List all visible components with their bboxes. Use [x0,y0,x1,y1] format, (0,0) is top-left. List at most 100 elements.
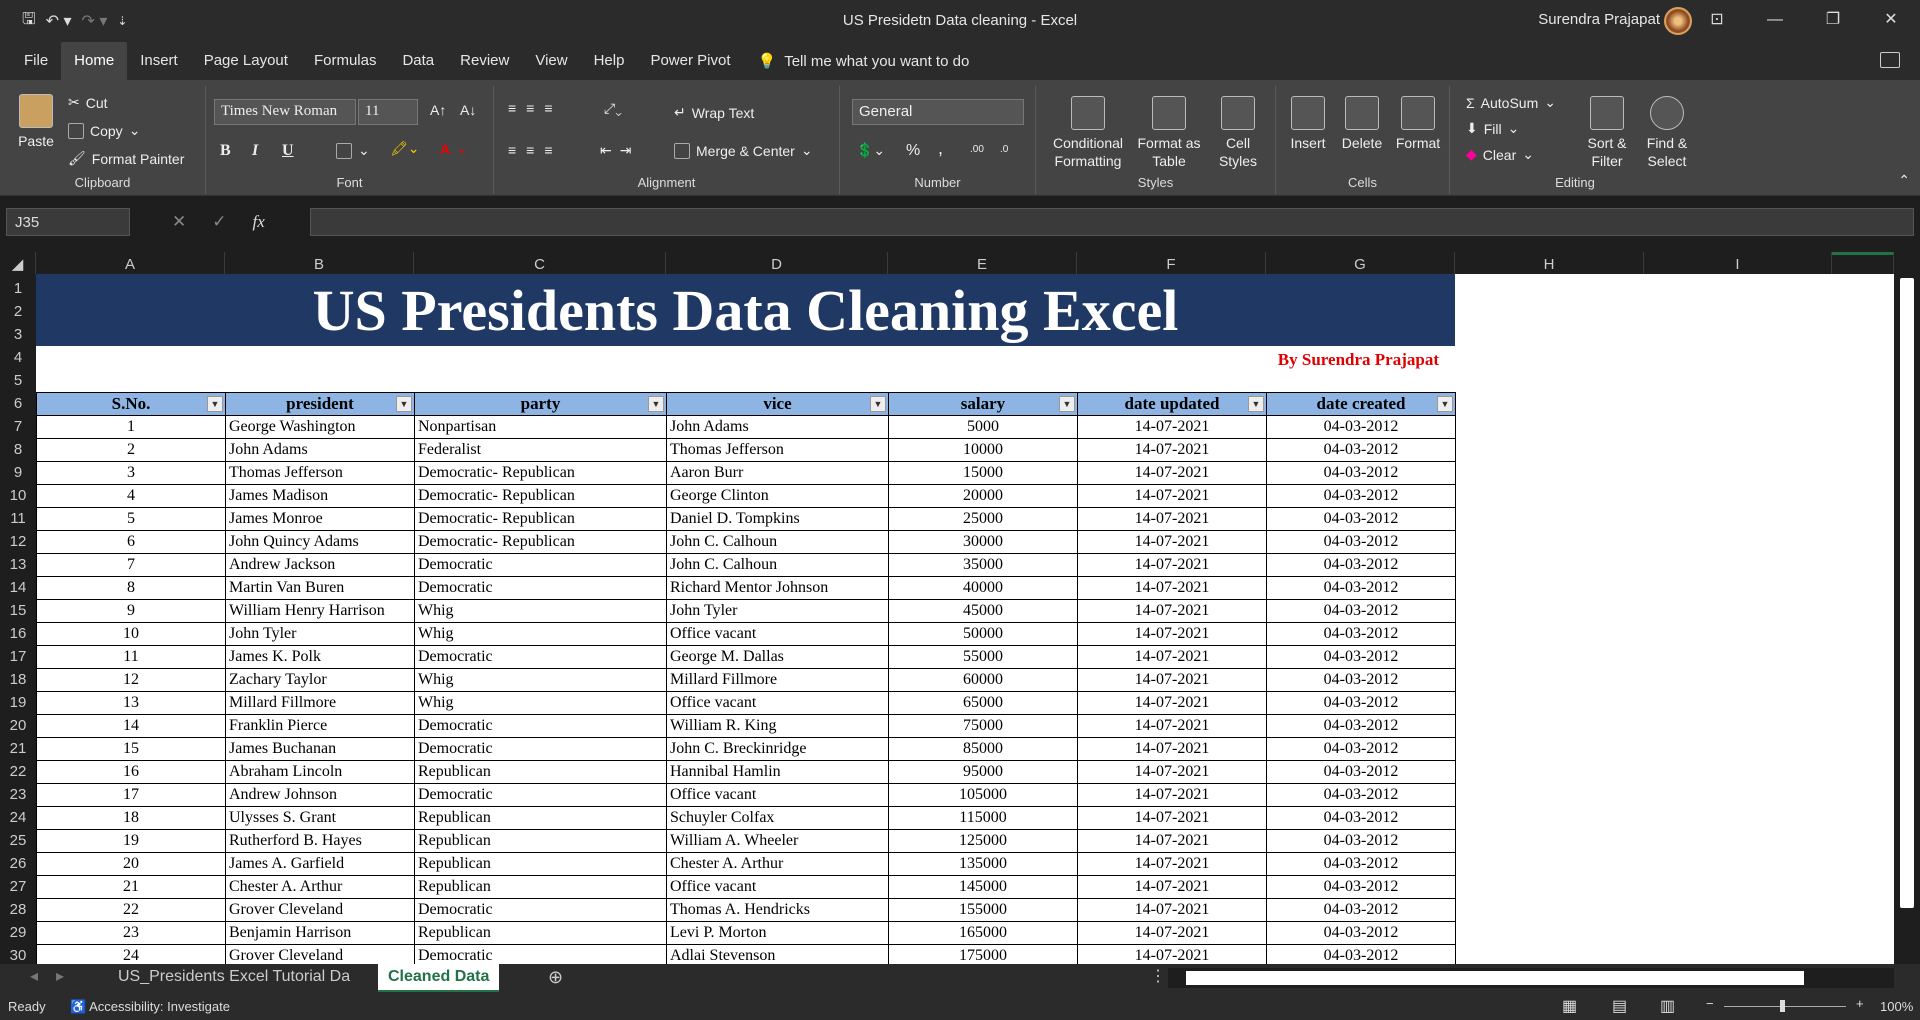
row-header[interactable]: 4 [0,343,36,366]
table-cell[interactable]: Daniel D. Tompkins [666,507,889,531]
table-cell[interactable]: 14-07-2021 [1077,530,1267,554]
table-cell[interactable]: 14-07-2021 [1077,760,1267,784]
table-cell[interactable]: James A. Garfield [225,852,415,876]
table-cell[interactable]: Whig [414,668,667,692]
table-cell[interactable]: Office vacant [666,875,889,899]
autosum-button[interactable]: Σ AutoSum ⌄ [1466,94,1556,111]
font-color-icon[interactable]: A ⌄ [440,140,468,157]
table-cell[interactable]: John Adams [666,415,889,439]
table-cell[interactable]: William R. King [666,714,889,738]
table-cell[interactable]: 14-07-2021 [1077,599,1267,623]
column-header-f[interactable]: F [1077,252,1266,274]
tab-formulas[interactable]: Formulas [301,42,390,80]
row-header[interactable]: 10 [0,481,36,504]
table-cell[interactable]: 5000 [888,415,1078,439]
table-cell[interactable]: 04-03-2012 [1266,484,1456,508]
table-cell[interactable]: 04-03-2012 [1266,622,1456,646]
format-painter-button[interactable]: 🖌 Format Painter [68,150,184,167]
table-cell[interactable]: Chester A. Arthur [225,875,415,899]
table-cell[interactable]: 14-07-2021 [1077,461,1267,485]
formula-input[interactable] [310,208,1914,236]
table-cell[interactable]: 04-03-2012 [1266,438,1456,462]
undo-icon[interactable]: ↶ ▾ [46,11,72,31]
table-cell[interactable]: Millard Fillmore [225,691,415,715]
row-header[interactable]: 11 [0,504,36,527]
table-cell[interactable]: Democratic- Republican [414,507,667,531]
orientation-icon[interactable]: ⤢⌄ [604,100,622,117]
table-cell[interactable]: George Clinton [666,484,889,508]
minimize-icon[interactable]: — [1746,0,1804,42]
paste-button[interactable]: Paste [14,94,58,150]
table-cell[interactable]: Rutherford B. Hayes [225,829,415,853]
filter-dropdown-icon[interactable]: ▼ [648,396,664,412]
table-cell[interactable]: 6 [36,530,226,554]
tab-page-layout[interactable]: Page Layout [191,42,301,80]
table-cell[interactable]: 155000 [888,898,1078,922]
table-cell[interactable]: Democratic [414,898,667,922]
table-cell[interactable]: 14-07-2021 [1077,875,1267,899]
clear-button[interactable]: ◆ Clear ⌄ [1466,146,1534,163]
row-header[interactable]: 29 [0,918,36,941]
table-cell[interactable]: Whig [414,691,667,715]
table-cell[interactable]: 19 [36,829,226,853]
page-layout-view-icon[interactable]: ▤ [1612,996,1627,1016]
horizontal-scrollbar[interactable] [1168,968,1894,988]
table-cell[interactable]: Andrew Jackson [225,553,415,577]
redo-icon[interactable]: ↷ ▾ [82,11,108,31]
table-cell[interactable]: 11 [36,645,226,669]
table-cell[interactable]: 23 [36,921,226,945]
scroll-tabs-left-icon[interactable]: ◂ [20,964,48,992]
row-header[interactable]: 23 [0,780,36,803]
table-cell[interactable]: Schuyler Colfax [666,806,889,830]
table-cell[interactable]: 60000 [888,668,1078,692]
table-cell[interactable]: 04-03-2012 [1266,898,1456,922]
column-header-g[interactable]: G [1266,252,1455,274]
table-cell[interactable]: Nonpartisan [414,415,667,439]
filter-dropdown-icon[interactable]: ▼ [1059,396,1075,412]
row-header[interactable]: 1 [0,274,36,297]
percent-button[interactable]: % [906,142,920,160]
format-as-table-button[interactable]: Format as Table [1136,96,1202,170]
table-cell[interactable]: James Buchanan [225,737,415,761]
fill-button[interactable]: ⬇ Fill ⌄ [1466,120,1519,137]
row-header[interactable]: 22 [0,757,36,780]
bold-button[interactable]: B [220,142,231,160]
table-cell[interactable]: 14-07-2021 [1077,576,1267,600]
row-header[interactable]: 26 [0,849,36,872]
table-cell[interactable]: John C. Calhoun [666,553,889,577]
table-cell[interactable]: 30000 [888,530,1078,554]
table-cell[interactable]: 14-07-2021 [1077,507,1267,531]
table-cell[interactable]: 65000 [888,691,1078,715]
table-cell[interactable]: 15000 [888,461,1078,485]
table-cell[interactable]: Democratic [414,645,667,669]
table-cell[interactable]: 04-03-2012 [1266,668,1456,692]
table-cell[interactable]: 20000 [888,484,1078,508]
scroll-tabs-right-icon[interactable]: ▸ [46,964,74,992]
table-cell[interactable]: 45000 [888,599,1078,623]
vertical-scrollbar[interactable] [1894,252,1920,964]
worksheet-grid[interactable]: US Presidents Data Cleaning Excel By Sur… [36,274,1894,964]
table-cell[interactable]: 14-07-2021 [1077,737,1267,761]
table-cell[interactable]: 04-03-2012 [1266,829,1456,853]
table-cell[interactable]: 14-07-2021 [1077,553,1267,577]
table-cell[interactable]: Abraham Lincoln [225,760,415,784]
vertical-align-icons[interactable]: ≡≡≡ [508,100,563,116]
enter-icon[interactable]: ✓ [212,212,226,232]
table-cell[interactable]: 04-03-2012 [1266,461,1456,485]
tab-view[interactable]: View [522,42,580,80]
table-cell[interactable]: William A. Wheeler [666,829,889,853]
table-cell[interactable]: Franklin Pierce [225,714,415,738]
insert-button[interactable]: Insert [1282,96,1334,152]
row-header[interactable]: 14 [0,573,36,596]
table-cell[interactable]: Thomas Jefferson [666,438,889,462]
table-cell[interactable]: George M. Dallas [666,645,889,669]
table-cell[interactable]: Republican [414,760,667,784]
table-cell[interactable]: 8 [36,576,226,600]
row-header[interactable]: 24 [0,803,36,826]
table-cell[interactable]: 04-03-2012 [1266,415,1456,439]
table-cell[interactable]: 14-07-2021 [1077,645,1267,669]
table-cell[interactable]: 14-07-2021 [1077,852,1267,876]
table-cell[interactable]: 35000 [888,553,1078,577]
zoom-slider-handle[interactable] [1780,1000,1785,1012]
table-cell[interactable]: Republican [414,921,667,945]
